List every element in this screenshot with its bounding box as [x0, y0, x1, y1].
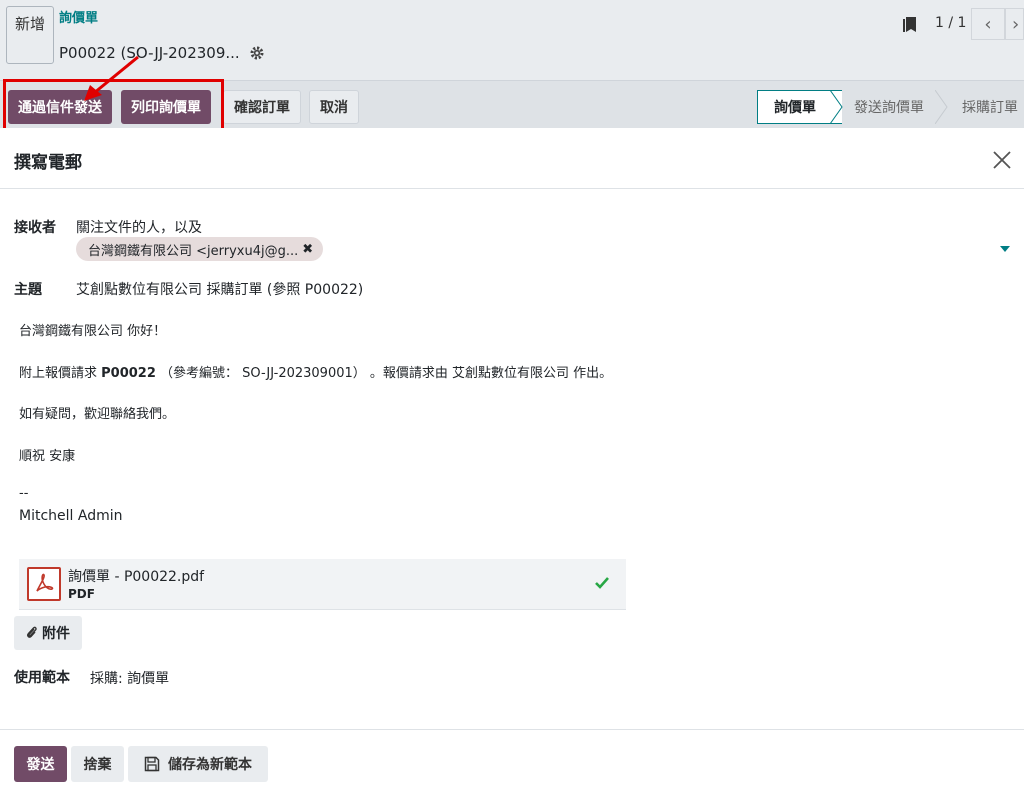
annotation-arrow-icon — [84, 55, 139, 101]
body-rfq-prefix: 附上報價請求 — [19, 366, 102, 381]
pager-next-button[interactable]: › — [1005, 8, 1024, 40]
attach-file-button[interactable]: 附件 — [14, 616, 82, 650]
send-button[interactable]: 發送 — [14, 746, 67, 782]
recipients-hint: 關注文件的人，以及 — [76, 220, 202, 236]
recipient-tag[interactable]: 台灣鋼鐵有限公司 <jerryxu4j@g... ✖ — [76, 237, 324, 261]
dialog-header: 撰寫電郵 — [0, 128, 1024, 189]
new-button[interactable]: 新增 — [6, 6, 54, 64]
template-label: 使用範本 — [14, 670, 70, 686]
body-line-rfq[interactable]: 附上報價請求 P00022 （參考編號： SO-JJ-202309001） 。報… — [19, 362, 612, 381]
recipients-label: 接收者 — [14, 220, 56, 236]
signature-name[interactable]: Mitchell Admin — [19, 508, 123, 524]
body-rfq-ref: P00022 — [101, 366, 156, 381]
control-panel — [0, 0, 1024, 80]
stage-rfq-sent[interactable]: 發送詢價單 — [854, 90, 924, 124]
attachment-type: PDF — [68, 587, 95, 601]
recipient-tag-label: 台灣鋼鐵有限公司 <jerryxu4j@g... — [88, 243, 299, 259]
close-icon[interactable] — [990, 148, 1014, 172]
remove-tag-icon[interactable]: ✖ — [302, 242, 313, 257]
paperclip-icon — [27, 626, 37, 638]
body-rfq-suffix: （參考編號： SO-JJ-202309001） 。報價請求由 艾創點數位有限公司… — [155, 366, 613, 381]
attachment-name: 詢價單 - P00022.pdf — [68, 569, 205, 585]
breadcrumb-rfq[interactable]: 詢價單 — [59, 7, 98, 26]
pager-value[interactable]: 1 / 1 — [935, 15, 966, 31]
dialog-title: 撰寫電郵 — [14, 153, 82, 173]
attach-file-label: 附件 — [42, 626, 70, 642]
attachment-item[interactable]: 詢價單 - P00022.pdf PDF — [19, 559, 626, 610]
cancel-order-button[interactable]: 取消 — [309, 90, 359, 124]
save-as-template-label: 儲存為新範本 — [168, 757, 252, 773]
floppy-disk-icon — [144, 756, 160, 772]
gear-icon[interactable] — [249, 45, 265, 61]
subject-label: 主題 — [14, 282, 42, 298]
body-greeting[interactable]: 台灣鋼鐵有限公司 你好！ — [19, 320, 166, 339]
confirm-order-button[interactable]: 確認訂單 — [223, 90, 301, 124]
pager-prev-button[interactable]: ‹ — [971, 8, 1005, 40]
body-line-contact[interactable]: 如有疑問，歡迎聯絡我們。 — [19, 403, 175, 422]
stage-purchase-order[interactable]: 採購訂單 — [962, 90, 1018, 124]
template-select[interactable]: 採購: 詢價單 — [90, 668, 169, 688]
subject-input[interactable]: 艾創點數位有限公司 採購訂單 (參照 P00022) — [76, 279, 363, 299]
body-line-regards[interactable]: 順祝 安康 — [19, 445, 75, 464]
pdf-file-icon — [27, 567, 61, 601]
chevron-down-icon[interactable] — [1000, 246, 1010, 252]
stage-separator-icon — [935, 90, 948, 124]
signature-separator[interactable]: -- — [19, 486, 28, 501]
footer-divider — [0, 729, 1024, 730]
bookmark-icon[interactable] — [902, 16, 918, 34]
check-icon — [595, 577, 609, 589]
discard-button[interactable]: 捨棄 — [71, 746, 124, 782]
stage-arrow-icon — [830, 90, 843, 124]
save-as-template-button[interactable]: 儲存為新範本 — [128, 746, 268, 782]
